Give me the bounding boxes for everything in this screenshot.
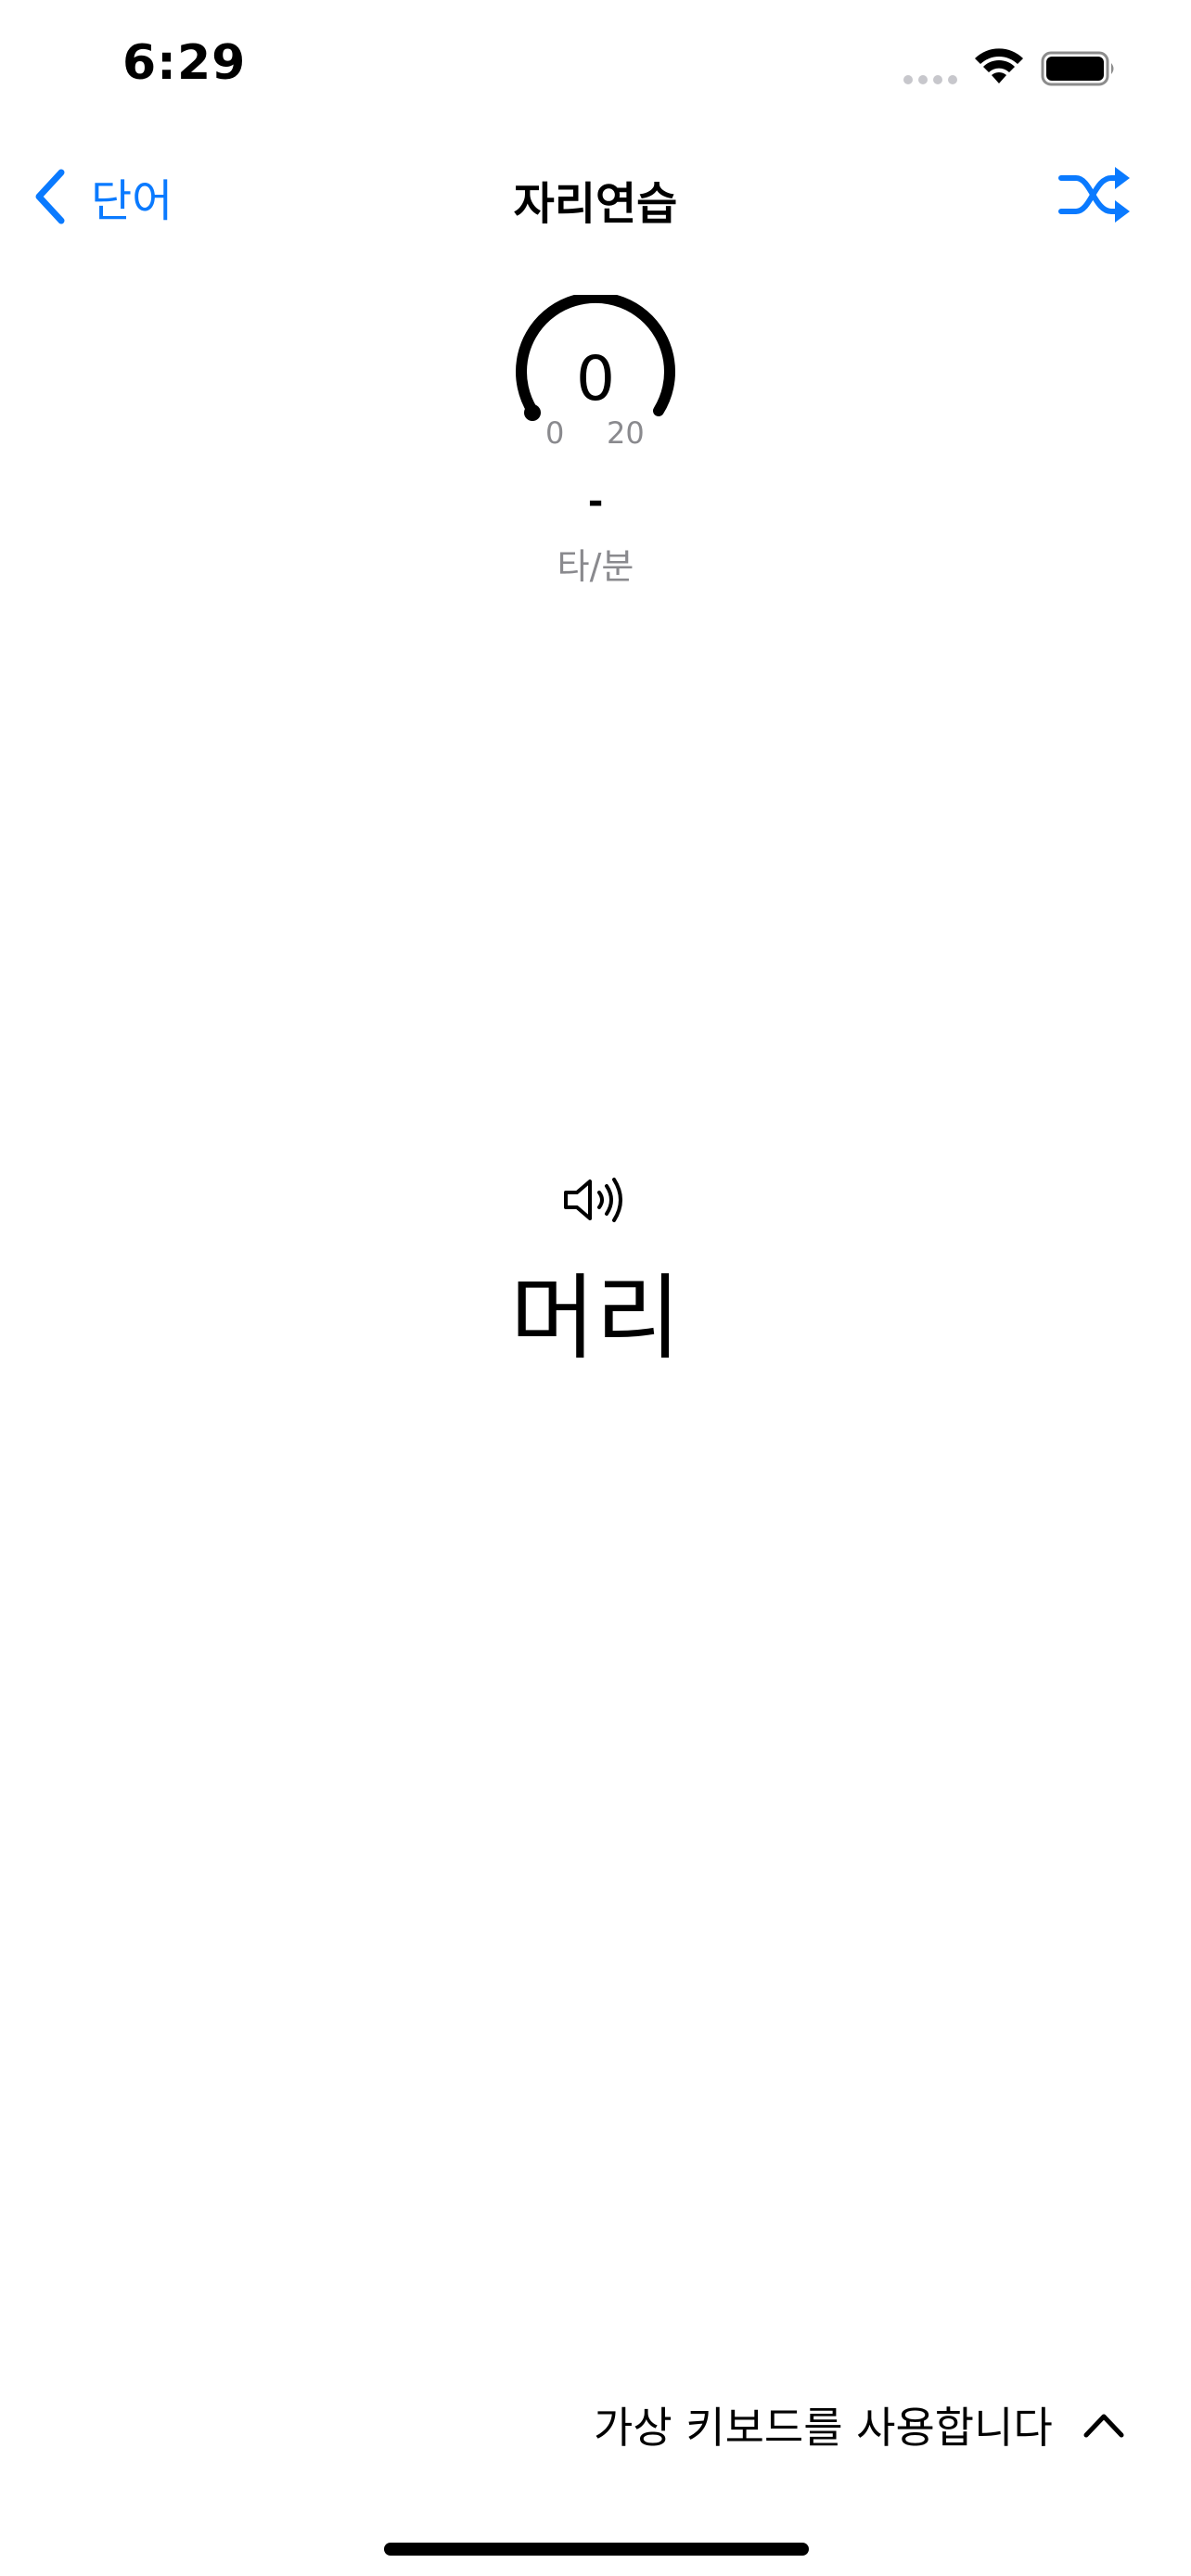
gauge-max-label: 20 <box>607 415 645 451</box>
typing-speed-value: - <box>587 480 604 523</box>
virtual-keyboard-toggle[interactable]: 가상 키보드를 사용합니다 <box>594 2392 1125 2457</box>
chevron-up-icon <box>1083 2414 1124 2438</box>
home-indicator <box>384 2543 809 2556</box>
battery-icon <box>1041 51 1114 86</box>
navigation-bar: 단어 자리연습 <box>0 139 1191 250</box>
status-time: 6:29 <box>122 35 247 91</box>
gauge-value: 0 <box>576 343 615 414</box>
gauge-min-label: 0 <box>545 415 565 451</box>
typing-speed-unit: 타/분 <box>557 546 634 587</box>
status-bar: 6:29 <box>0 0 1191 130</box>
speed-gauge: 0 0 20 <box>512 295 679 453</box>
virtual-keyboard-label: 가상 키보드를 사용합니다 <box>594 2403 1053 2453</box>
shuffle-icon[interactable] <box>1057 161 1132 228</box>
cellular-signal-icon <box>903 75 957 84</box>
practice-word: 머리 <box>510 1264 681 1372</box>
speaker-wave-icon[interactable] <box>562 1174 629 1226</box>
page-title: 자리연습 <box>513 178 678 230</box>
wifi-icon <box>975 48 1023 83</box>
